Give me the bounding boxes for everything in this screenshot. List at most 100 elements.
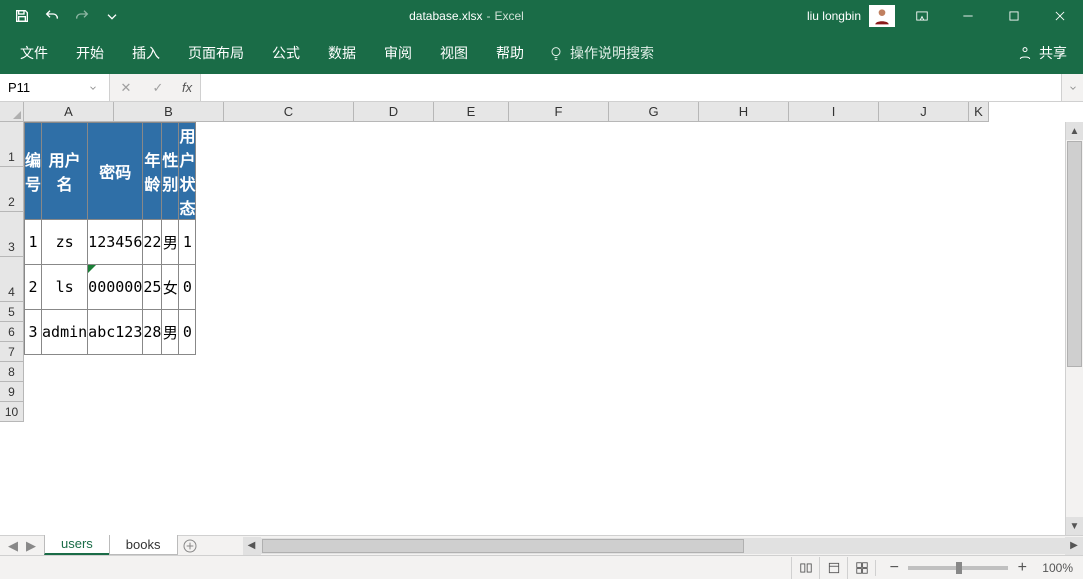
save-button[interactable] <box>8 2 36 30</box>
sheet-tab-prev-button[interactable]: ◀ <box>6 539 20 553</box>
ribbon-tab-2[interactable]: 插入 <box>118 37 174 69</box>
select-all-button[interactable] <box>0 102 24 122</box>
normal-view-button[interactable] <box>791 557 819 579</box>
ribbon-tab-1[interactable]: 开始 <box>62 37 118 69</box>
table-header[interactable]: 用户状态 <box>179 123 196 220</box>
scroll-right-button[interactable]: ▶ <box>1065 537 1083 555</box>
scroll-down-button[interactable]: ▼ <box>1066 517 1083 535</box>
table-header[interactable]: 编号 <box>25 123 42 220</box>
column-header-K[interactable]: K <box>969 102 989 121</box>
ribbon-tab-8[interactable]: 帮助 <box>482 37 538 69</box>
ribbon-tab-6[interactable]: 审阅 <box>370 37 426 69</box>
name-box-dropdown-icon[interactable] <box>85 80 101 96</box>
table-cell[interactable]: 0 <box>179 265 196 310</box>
cancel-formula-button[interactable]: ✕ <box>110 74 142 102</box>
vertical-scroll-thumb[interactable] <box>1067 141 1082 367</box>
table-cell[interactable]: abc123 <box>88 310 143 355</box>
sheet-tab-books[interactable]: books <box>109 535 178 555</box>
grid[interactable]: ABCDEFGHIJK 12345678910 编号用户名密码年龄性别用户状态1… <box>0 102 1083 535</box>
name-box[interactable]: P11 <box>0 74 110 101</box>
table-cell[interactable]: 28 <box>143 310 162 355</box>
row-header-6[interactable]: 6 <box>0 322 23 342</box>
table-cell[interactable]: 男 <box>162 220 179 265</box>
row-header-9[interactable]: 9 <box>0 382 23 402</box>
new-sheet-button[interactable] <box>177 536 203 555</box>
error-indicator-icon <box>88 265 96 273</box>
table-header[interactable]: 性别 <box>162 123 179 220</box>
row-header-3[interactable]: 3 <box>0 212 23 257</box>
ribbon-tab-5[interactable]: 数据 <box>314 37 370 69</box>
view-buttons <box>791 557 875 579</box>
column-header-H[interactable]: H <box>699 102 789 121</box>
insert-function-button[interactable]: fx <box>174 80 200 95</box>
table-header[interactable]: 密码 <box>88 123 143 220</box>
window-title: database.xlsx - Excel <box>126 9 807 23</box>
page-layout-view-button[interactable] <box>819 557 847 579</box>
sheet-tab-users[interactable]: users <box>44 534 110 555</box>
column-header-F[interactable]: F <box>509 102 609 121</box>
table-cell[interactable]: 男 <box>162 310 179 355</box>
column-header-B[interactable]: B <box>114 102 224 121</box>
zoom-percent[interactable]: 100% <box>1042 561 1073 575</box>
ribbon-display-options-button[interactable] <box>899 0 945 32</box>
row-header-7[interactable]: 7 <box>0 342 23 362</box>
column-header-J[interactable]: J <box>879 102 969 121</box>
row-header-8[interactable]: 8 <box>0 362 23 382</box>
table-cell[interactable]: 22 <box>143 220 162 265</box>
tell-me-search[interactable]: 操作说明搜索 <box>538 39 664 67</box>
table-cell[interactable]: zs <box>42 220 88 265</box>
table-cell[interactable]: 1 <box>179 220 196 265</box>
column-header-A[interactable]: A <box>24 102 114 121</box>
table-cell[interactable]: 000000 <box>88 265 143 310</box>
zoom-in-button[interactable]: + <box>1014 560 1030 576</box>
user-area[interactable]: liu longbin <box>807 5 899 27</box>
table-cell[interactable]: 123456 <box>88 220 143 265</box>
avatar[interactable] <box>869 5 895 27</box>
column-header-C[interactable]: C <box>224 102 354 121</box>
row-header-10[interactable]: 10 <box>0 402 23 422</box>
table-cell[interactable]: 25 <box>143 265 162 310</box>
ribbon-tab-4[interactable]: 公式 <box>258 37 314 69</box>
row-header-1[interactable]: 1 <box>0 122 23 167</box>
undo-button[interactable] <box>38 2 66 30</box>
column-header-E[interactable]: E <box>434 102 509 121</box>
maximize-button[interactable] <box>991 0 1037 32</box>
close-button[interactable] <box>1037 0 1083 32</box>
row-header-4[interactable]: 4 <box>0 257 23 302</box>
formula-input[interactable] <box>201 74 1061 101</box>
table-cell[interactable]: 0 <box>179 310 196 355</box>
column-header-D[interactable]: D <box>354 102 434 121</box>
redo-button[interactable] <box>68 2 96 30</box>
table-cell[interactable]: 2 <box>25 265 42 310</box>
formula-bar: P11 ✕ ✓ fx <box>0 74 1083 102</box>
scroll-up-button[interactable]: ▲ <box>1066 122 1083 140</box>
table-header[interactable]: 年龄 <box>143 123 162 220</box>
qat-customize-button[interactable] <box>98 2 126 30</box>
ribbon-tab-7[interactable]: 视图 <box>426 37 482 69</box>
column-header-G[interactable]: G <box>609 102 699 121</box>
enter-formula-button[interactable]: ✓ <box>142 74 174 102</box>
scroll-left-button[interactable]: ◀ <box>243 537 261 555</box>
ribbon-tab-3[interactable]: 页面布局 <box>174 37 258 69</box>
vertical-scrollbar[interactable]: ▲ ▼ <box>1065 122 1083 535</box>
zoom-slider[interactable] <box>908 566 1008 570</box>
share-button[interactable]: 共享 <box>1007 39 1077 67</box>
minimize-button[interactable] <box>945 0 991 32</box>
table-cell[interactable]: 3 <box>25 310 42 355</box>
table-cell[interactable]: 女 <box>162 265 179 310</box>
sheet-tab-next-button[interactable]: ▶ <box>24 539 38 553</box>
table-header[interactable]: 用户名 <box>42 123 88 220</box>
horizontal-scrollbar[interactable]: ◀ ▶ <box>243 536 1083 555</box>
column-header-I[interactable]: I <box>789 102 879 121</box>
zoom-out-button[interactable]: − <box>886 560 902 576</box>
page-break-view-button[interactable] <box>847 557 875 579</box>
table-cell[interactable]: admin <box>42 310 88 355</box>
table-cell[interactable]: 1 <box>25 220 42 265</box>
ribbon-tab-0[interactable]: 文件 <box>6 37 62 69</box>
horizontal-scroll-thumb[interactable] <box>262 539 745 553</box>
row-header-5[interactable]: 5 <box>0 302 23 322</box>
row-header-2[interactable]: 2 <box>0 167 23 212</box>
table-cell[interactable]: ls <box>42 265 88 310</box>
expand-formula-bar-button[interactable] <box>1061 74 1083 101</box>
zoom-slider-thumb[interactable] <box>956 562 962 574</box>
